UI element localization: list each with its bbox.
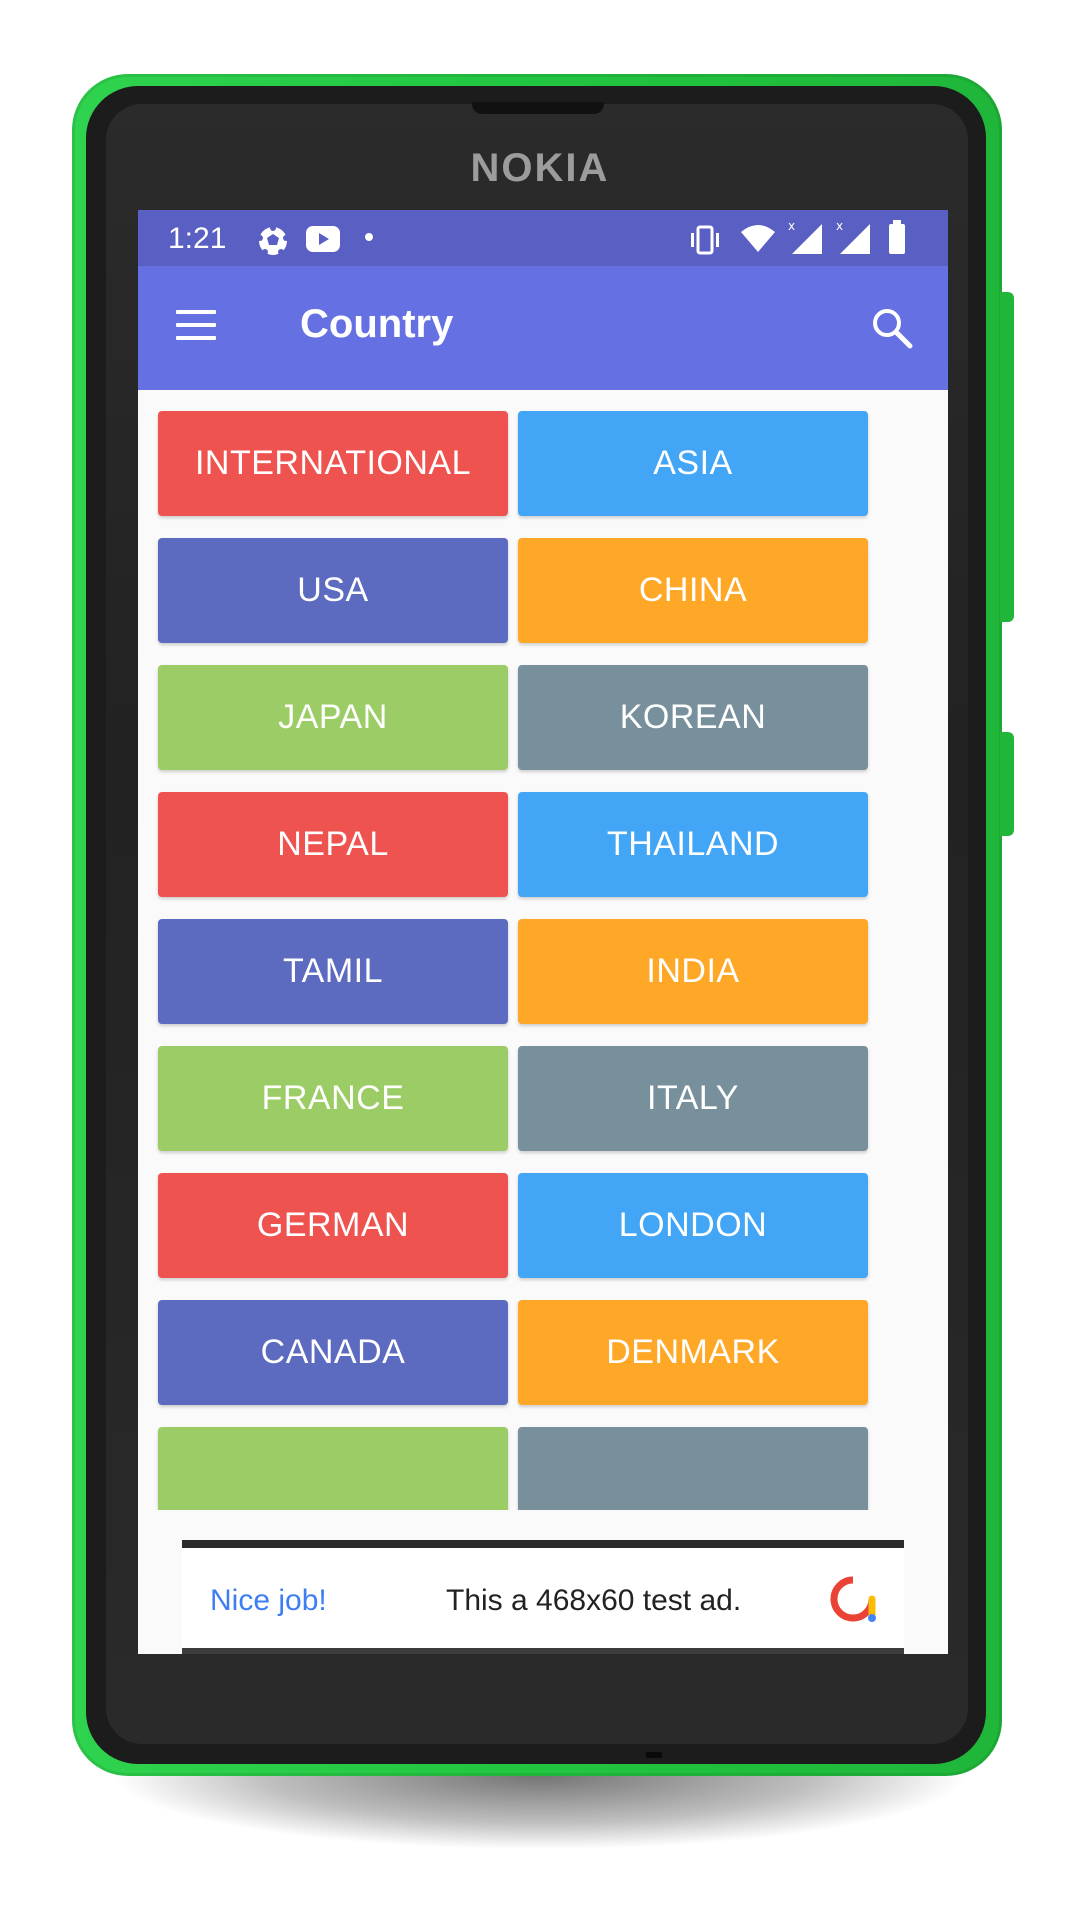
wifi-icon xyxy=(741,225,775,252)
category-label: ASIA xyxy=(653,444,733,482)
category-label: FRANCE xyxy=(261,1079,405,1117)
category-label: INDIA xyxy=(646,952,740,990)
category-grid: INTERNATIONAL ASIA USA CHINA JAPAN KOREAN NEPA… xyxy=(138,390,948,1510)
svg-text:x: x xyxy=(788,219,795,233)
status-bar: 1:21 x x xyxy=(138,210,948,266)
app-bar: Country xyxy=(138,266,948,390)
volume-button xyxy=(1000,292,1014,622)
search-icon[interactable] xyxy=(870,306,914,350)
category-label: JAPAN xyxy=(278,698,388,736)
soccer-ball-icon xyxy=(257,225,289,255)
microphone xyxy=(646,1752,662,1758)
category-button-london[interactable]: LONDON xyxy=(518,1173,868,1278)
page-title: Country xyxy=(300,302,454,346)
category-button-international[interactable]: INTERNATIONAL xyxy=(158,411,508,516)
category-button-india[interactable]: INDIA xyxy=(518,919,868,1024)
ad-banner: Nice job! This a 468x60 test ad. xyxy=(182,1540,904,1654)
status-time: 1:21 xyxy=(168,222,227,255)
category-button-nepal[interactable]: NEPAL xyxy=(158,792,508,897)
category-button-italy[interactable]: ITALY xyxy=(518,1046,868,1151)
google-ads-icon xyxy=(830,1576,876,1622)
category-label: NEPAL xyxy=(277,825,389,863)
ad-headline: Nice job! xyxy=(210,1584,327,1617)
earpiece-speaker xyxy=(472,102,604,114)
youtube-icon xyxy=(306,226,340,252)
brand-logo: NOKIA xyxy=(470,146,610,190)
category-label: GERMAN xyxy=(256,1206,410,1244)
category-label: KOREAN xyxy=(619,698,767,736)
category-label: CHINA xyxy=(638,571,748,609)
category-button-france[interactable]: FRANCE xyxy=(158,1046,508,1151)
category-label: INTERNATIONAL xyxy=(194,444,471,482)
dot-icon xyxy=(365,233,373,241)
category-button-german[interactable]: GERMAN xyxy=(158,1173,508,1278)
category-label: ITALY xyxy=(647,1079,739,1117)
category-label: CANADA xyxy=(260,1333,406,1371)
vibrate-icon xyxy=(691,225,719,255)
ad-text: This a 468x60 test ad. xyxy=(446,1584,742,1617)
category-button-canada[interactable]: CANADA xyxy=(158,1300,508,1405)
category-label: USA xyxy=(297,571,369,609)
category-label: TAMIL xyxy=(282,952,384,990)
category-button-china[interactable]: CHINA xyxy=(518,538,868,643)
category-button-denmark[interactable]: DENMARK xyxy=(518,1300,868,1405)
category-label: DENMARK xyxy=(606,1333,780,1371)
category-label: LONDON xyxy=(618,1206,768,1244)
ad-content[interactable]: Nice job! This a 468x60 test ad. xyxy=(182,1548,904,1648)
signal-icon: x xyxy=(836,219,870,254)
category-button-tamil[interactable]: TAMIL xyxy=(158,919,508,1024)
category-button-asia[interactable]: ASIA xyxy=(518,411,868,516)
category-label: THAILAND xyxy=(606,825,780,863)
category-button-partial-17[interactable] xyxy=(518,1427,868,1510)
hamburger-menu-icon[interactable] xyxy=(176,310,216,340)
category-button-japan[interactable]: JAPAN xyxy=(158,665,508,770)
category-button-thailand[interactable]: THAILAND xyxy=(518,792,868,897)
signal-icon: x xyxy=(788,219,822,254)
battery-icon xyxy=(889,220,905,254)
svg-text:x: x xyxy=(836,219,843,233)
power-button xyxy=(1000,732,1014,836)
category-button-usa[interactable]: USA xyxy=(158,538,508,643)
screen: 1:21 x x Country INTERNATIONAL ASIA USA … xyxy=(138,210,948,1654)
category-button-korean[interactable]: KOREAN xyxy=(518,665,868,770)
category-button-partial-16[interactable] xyxy=(158,1427,508,1510)
